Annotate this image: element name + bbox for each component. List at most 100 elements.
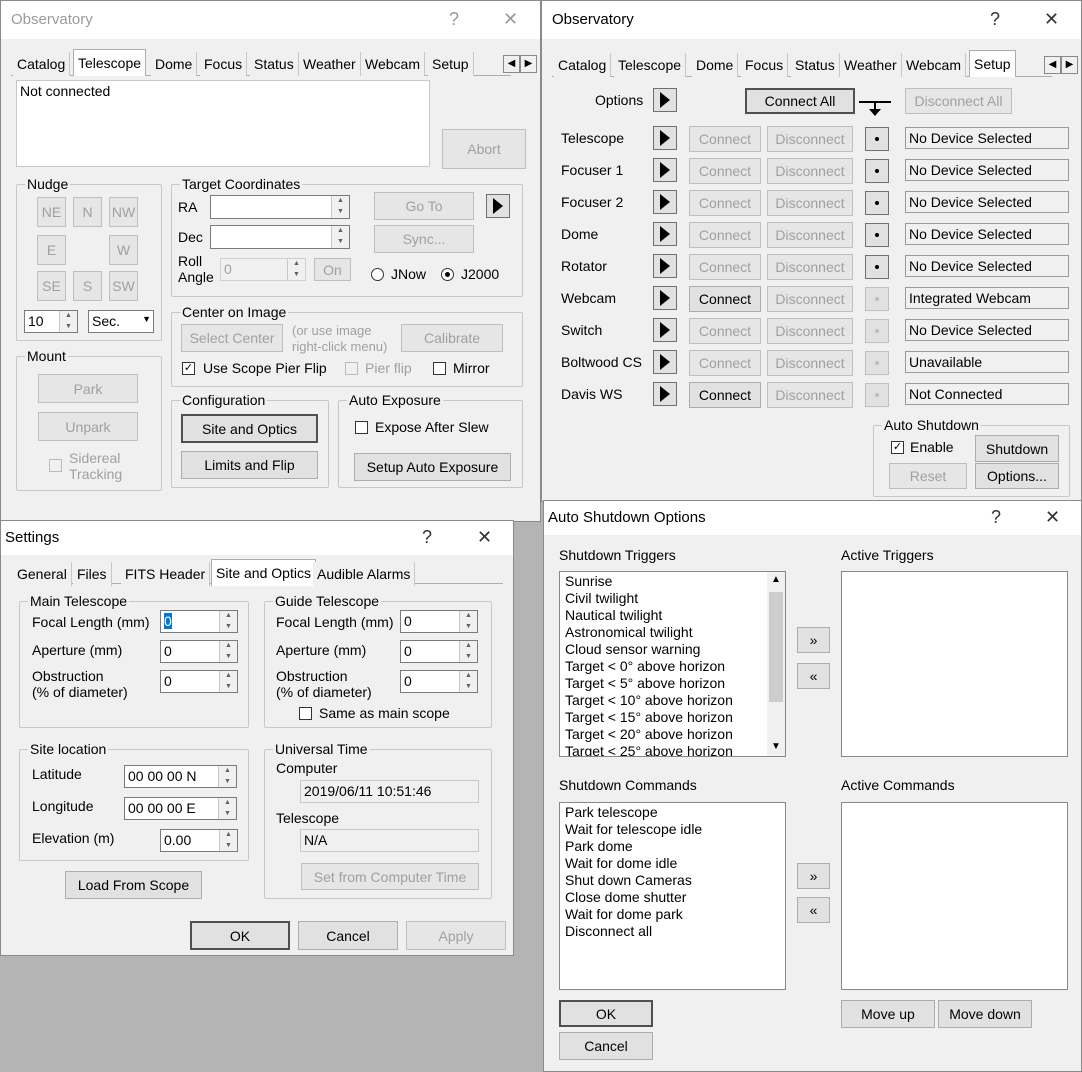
close-icon[interactable]: ✕ [1045, 507, 1060, 528]
dec-spinner[interactable]: ▲ ▼ [331, 226, 349, 248]
device-connect-button[interactable]: Connect [689, 126, 761, 152]
device-settings-dot-icon[interactable] [865, 255, 889, 279]
tab-dome[interactable]: Dome [151, 52, 198, 76]
tab-catalog[interactable]: Catalog [13, 52, 71, 76]
device-disconnect-button[interactable]: Disconnect [767, 254, 853, 280]
command-list-item[interactable]: Shut down Cameras [565, 872, 692, 888]
remove-command-button[interactable]: « [797, 897, 830, 923]
tab-focus[interactable]: Focus [741, 53, 789, 77]
calibrate-button[interactable]: Calibrate [401, 324, 503, 352]
tab-setup[interactable]: Setup [969, 50, 1016, 77]
guide-obstruction-spinner[interactable]: ▲ ▼ [459, 671, 477, 692]
trigger-list-item[interactable]: Astronomical twilight [565, 624, 693, 640]
expose-after-slew-checkbox[interactable] [355, 421, 368, 434]
close-icon[interactable]: ✕ [503, 9, 518, 30]
move-down-button[interactable]: Move down [938, 1000, 1032, 1028]
main-aperture-spinner[interactable]: ▲ ▼ [219, 641, 237, 662]
tab-scroll[interactable]: ◀ ▶ [1044, 54, 1080, 74]
sync-button[interactable]: Sync... [374, 225, 474, 253]
device-settings-dot-icon[interactable] [865, 127, 889, 151]
ok-button[interactable]: OK [559, 1000, 653, 1027]
nudge-amount-spinner[interactable]: ▲ ▼ [59, 311, 77, 332]
tab-status[interactable]: Status [250, 52, 299, 76]
device-menu-arrow-icon[interactable] [653, 350, 677, 374]
scroll-down-icon[interactable]: ▼ [771, 741, 781, 752]
tab-audible-alarms[interactable]: Audible Alarms [313, 562, 416, 586]
nudge-ne-button[interactable]: NE [37, 197, 66, 227]
ra-spinner[interactable]: ▲ ▼ [331, 196, 349, 218]
command-list-item[interactable]: Close dome shutter [565, 889, 686, 905]
trigger-list-item[interactable]: Target < 0° above horizon [565, 658, 725, 674]
j2000-radio[interactable] [441, 268, 454, 281]
device-menu-arrow-icon[interactable] [653, 318, 677, 342]
goto-button[interactable]: Go To [374, 192, 474, 220]
device-settings-dot-icon[interactable] [865, 191, 889, 215]
guide-focal-spinner[interactable]: ▲ ▼ [459, 611, 477, 632]
close-icon[interactable]: ✕ [1044, 9, 1059, 30]
tab-setup[interactable]: Setup [428, 52, 474, 76]
help-icon[interactable]: ? [422, 527, 432, 548]
tab-scroll-left-icon[interactable]: ◀ [1044, 56, 1061, 74]
device-menu-arrow-icon[interactable] [653, 158, 677, 182]
device-menu-arrow-icon[interactable] [653, 222, 677, 246]
nudge-se-button[interactable]: SE [37, 271, 66, 301]
nudge-s-button[interactable]: S [73, 271, 102, 301]
tab-status[interactable]: Status [791, 53, 840, 77]
command-list-item[interactable]: Park dome [565, 838, 633, 854]
park-button[interactable]: Park [38, 374, 138, 403]
trigger-list-item[interactable]: Civil twilight [565, 590, 638, 606]
limits-and-flip-button[interactable]: Limits and Flip [181, 451, 318, 479]
command-list-item[interactable]: Park telescope [565, 804, 658, 820]
tab-focus[interactable]: Focus [200, 52, 248, 76]
same-as-main-checkbox[interactable] [299, 707, 312, 720]
device-disconnect-button[interactable]: Disconnect [767, 350, 853, 376]
unpark-button[interactable]: Unpark [38, 412, 138, 441]
device-connect-button[interactable]: Connect [689, 318, 761, 344]
command-list-item[interactable]: Wait for dome idle [565, 855, 677, 871]
trigger-list-item[interactable]: Target < 20° above horizon [565, 726, 733, 742]
use-scope-pier-flip-checkbox[interactable]: ✓ [182, 362, 195, 375]
shutdown-commands-list[interactable]: Park telescope Wait for telescope idle Par… [559, 802, 786, 990]
trigger-list-item[interactable]: Cloud sensor warning [565, 641, 700, 657]
tab-scroll-right-icon[interactable]: ▶ [520, 55, 537, 73]
device-disconnect-button[interactable]: Disconnect [767, 222, 853, 248]
device-connect-button[interactable]: Connect [689, 350, 761, 376]
device-disconnect-button[interactable]: Disconnect [767, 190, 853, 216]
move-up-button[interactable]: Move up [841, 1000, 935, 1028]
device-connect-button[interactable]: Connect [689, 286, 761, 312]
shutdown-button[interactable]: Shutdown [975, 435, 1059, 462]
device-menu-arrow-icon[interactable] [653, 190, 677, 214]
device-settings-dot-icon[interactable] [865, 287, 889, 311]
device-connect-button[interactable]: Connect [689, 254, 761, 280]
roll-on-button[interactable]: On [314, 258, 351, 281]
scroll-thumb[interactable] [769, 592, 783, 702]
help-icon[interactable]: ? [991, 507, 1001, 528]
trigger-list-item[interactable]: Target < 15° above horizon [565, 709, 733, 725]
device-settings-dot-icon[interactable] [865, 159, 889, 183]
cancel-button[interactable]: Cancel [559, 1032, 653, 1060]
disconnect-all-button[interactable]: Disconnect All [905, 88, 1012, 114]
tab-scroll-right-icon[interactable]: ▶ [1061, 56, 1078, 74]
ra-input[interactable] [210, 195, 350, 219]
device-disconnect-button[interactable]: Disconnect [767, 318, 853, 344]
tab-weather[interactable]: Weather [840, 53, 902, 77]
tab-fits-header[interactable]: FITS Header [121, 562, 211, 586]
tab-telescope[interactable]: Telescope [614, 53, 687, 77]
nudge-n-button[interactable]: N [73, 197, 102, 227]
tab-webcam[interactable]: Webcam [902, 53, 966, 77]
trigger-list-item[interactable]: Target < 25° above horizon [565, 743, 733, 756]
tab-webcam[interactable]: Webcam [361, 52, 425, 76]
device-settings-dot-icon[interactable] [865, 383, 889, 407]
command-list-item[interactable]: Wait for telescope idle [565, 821, 702, 837]
device-disconnect-button[interactable]: Disconnect [767, 286, 853, 312]
add-trigger-button[interactable]: » [797, 627, 830, 653]
goto-menu-arrow-icon[interactable] [486, 194, 510, 218]
title-bar[interactable]: Observatory ? ✕ [542, 1, 1081, 39]
nudge-sw-button[interactable]: SW [109, 271, 138, 301]
load-from-scope-button[interactable]: Load From Scope [65, 871, 202, 899]
title-bar[interactable]: Auto Shutdown Options ? ✕ [544, 501, 1081, 535]
tab-files[interactable]: Files [73, 562, 112, 586]
latitude-spinner[interactable]: ▲ ▼ [218, 766, 236, 787]
device-disconnect-button[interactable]: Disconnect [767, 382, 853, 408]
help-icon[interactable]: ? [990, 9, 1000, 30]
